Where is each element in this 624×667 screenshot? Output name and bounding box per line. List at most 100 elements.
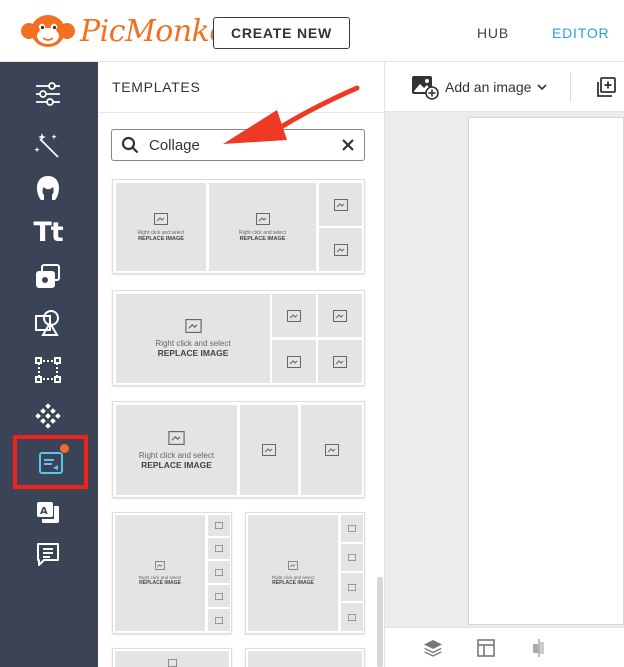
image-placeholder xyxy=(301,405,362,495)
image-placeholder-icon xyxy=(333,355,347,368)
tool-rail: Tt A xyxy=(0,62,98,667)
image-placeholder: Right click and select REPLACE IMAGE xyxy=(209,183,316,271)
image-placeholder-icon xyxy=(155,560,165,570)
image-placeholder-icon xyxy=(215,545,223,552)
image-placeholder-icon xyxy=(333,309,347,322)
image-placeholder xyxy=(318,340,362,383)
editor-area: Add an image xyxy=(385,62,624,667)
image-placeholder-icon xyxy=(168,430,185,445)
image-placeholder: Right click and select REPLACE IMAGE xyxy=(116,405,237,495)
collage-template-card[interactable]: Right click and select REPLACE IMAGE xyxy=(112,401,365,498)
image-placeholder xyxy=(341,515,363,542)
image-placeholder-icon xyxy=(255,212,270,225)
frames-icon[interactable] xyxy=(20,352,76,388)
divider xyxy=(570,72,571,102)
comments-icon[interactable] xyxy=(20,536,76,572)
templates-rail-button[interactable] xyxy=(13,435,88,489)
collage-template-card[interactable] xyxy=(245,648,365,667)
image-placeholder xyxy=(208,538,230,559)
placeholder-action: REPLACE IMAGE xyxy=(272,579,314,586)
collage-template-card[interactable]: Right click and select REPLACE IMAGE xyxy=(245,512,365,634)
placeholder-action: REPLACE IMAGE xyxy=(141,459,212,470)
image-placeholder-icon xyxy=(348,613,356,621)
nav-editor-link[interactable]: EDITOR xyxy=(552,25,609,41)
image-placeholder-icon xyxy=(348,554,356,561)
image-placeholder-icon xyxy=(215,592,223,600)
image-placeholder-icon xyxy=(262,444,276,456)
layers-icon[interactable] xyxy=(423,638,443,658)
image-placeholder xyxy=(319,228,362,271)
align-icon[interactable] xyxy=(529,638,549,658)
image-placeholder-icon xyxy=(184,319,202,333)
image-placeholder xyxy=(208,515,230,536)
duplicate-icon[interactable] xyxy=(595,76,617,98)
nav-hub-link[interactable]: HUB xyxy=(477,25,509,41)
textures-icon[interactable] xyxy=(20,398,76,434)
top-bar: PicMonkey CREATE NEW HUB EDITOR xyxy=(0,0,624,62)
image-placeholder-icon xyxy=(288,560,298,570)
image-placeholder xyxy=(341,603,363,631)
effects-wand-icon[interactable] xyxy=(20,127,76,163)
panel-title: TEMPLATES xyxy=(112,79,201,95)
themes-icon[interactable]: A xyxy=(20,494,76,530)
image-placeholder xyxy=(272,340,316,383)
image-placeholder-icon xyxy=(154,212,168,225)
collage-template-card[interactable] xyxy=(112,648,232,667)
image-placeholder: Right click and select REPLACE IMAGE xyxy=(116,183,206,271)
image-placeholder-icon xyxy=(215,616,223,624)
create-new-button[interactable]: CREATE NEW xyxy=(213,17,350,49)
image-placeholder: Right click and select REPLACE IMAGE xyxy=(248,515,338,631)
image-placeholder xyxy=(248,651,362,667)
panel-scrollbar[interactable] xyxy=(377,577,383,667)
collage-template-card[interactable]: Right click and select REPLACE IMAGE xyxy=(112,512,232,634)
text-icon[interactable]: Tt xyxy=(20,214,76,250)
image-placeholder-icon xyxy=(348,525,356,532)
picmonkey-logo[interactable]: PicMonkey xyxy=(20,12,244,50)
notification-dot xyxy=(59,443,70,454)
annotation-arrow xyxy=(223,85,360,144)
collage-template-card[interactable]: Right click and select REPLACE IMAGE Rig… xyxy=(112,179,365,274)
image-placeholder-icon xyxy=(167,659,177,667)
placeholder-action: REPLACE IMAGE xyxy=(138,235,184,242)
image-placeholder xyxy=(272,294,316,337)
editor-toolbar: Add an image xyxy=(385,62,624,112)
touch-up-icon[interactable] xyxy=(20,170,76,206)
image-placeholder xyxy=(319,183,362,226)
templates-panel: TEMPLATES Collage Right click and select… xyxy=(98,62,385,667)
image-placeholder xyxy=(318,294,362,337)
collage-template-card[interactable]: Right click and select REPLACE IMAGE xyxy=(112,290,365,386)
image-placeholder-icon xyxy=(215,568,223,576)
image-placeholder-icon xyxy=(324,444,339,456)
image-placeholder-icon xyxy=(333,198,348,211)
design-canvas[interactable] xyxy=(468,117,624,625)
add-image-button[interactable]: Add an image xyxy=(411,74,547,100)
image-placeholder xyxy=(341,544,363,571)
placeholder-hint: Right click and select xyxy=(138,450,215,460)
placeholder-action: REPLACE IMAGE xyxy=(157,348,229,358)
graphics-icon[interactable] xyxy=(20,305,76,341)
image-placeholder xyxy=(208,561,230,583)
placeholder-action: REPLACE IMAGE xyxy=(239,235,286,242)
image-placeholder: Right click and select REPLACE IMAGE xyxy=(116,294,270,383)
overlays-icon[interactable] xyxy=(20,258,76,294)
add-image-label: Add an image xyxy=(445,79,532,95)
adjustments-icon[interactable] xyxy=(20,76,76,112)
placeholder-hint: Right click and select xyxy=(155,339,231,348)
editor-bottom-bar xyxy=(385,627,624,667)
placeholder-action: REPLACE IMAGE xyxy=(139,579,181,586)
monkey-logo-icon xyxy=(21,15,75,47)
search-icon xyxy=(121,136,139,154)
add-image-icon xyxy=(412,76,439,100)
image-placeholder xyxy=(341,573,363,601)
image-placeholder xyxy=(115,651,229,667)
image-placeholder-icon xyxy=(215,522,223,529)
image-placeholder: Right click and select REPLACE IMAGE xyxy=(115,515,205,631)
image-placeholder-icon xyxy=(348,583,356,591)
layout-grid-icon[interactable] xyxy=(476,638,496,658)
svg-text:A: A xyxy=(40,506,48,517)
image-placeholder-icon xyxy=(333,243,348,256)
image-placeholder xyxy=(240,405,298,495)
image-placeholder-icon xyxy=(287,309,301,322)
image-placeholder-icon xyxy=(287,355,301,368)
image-placeholder xyxy=(208,609,230,631)
